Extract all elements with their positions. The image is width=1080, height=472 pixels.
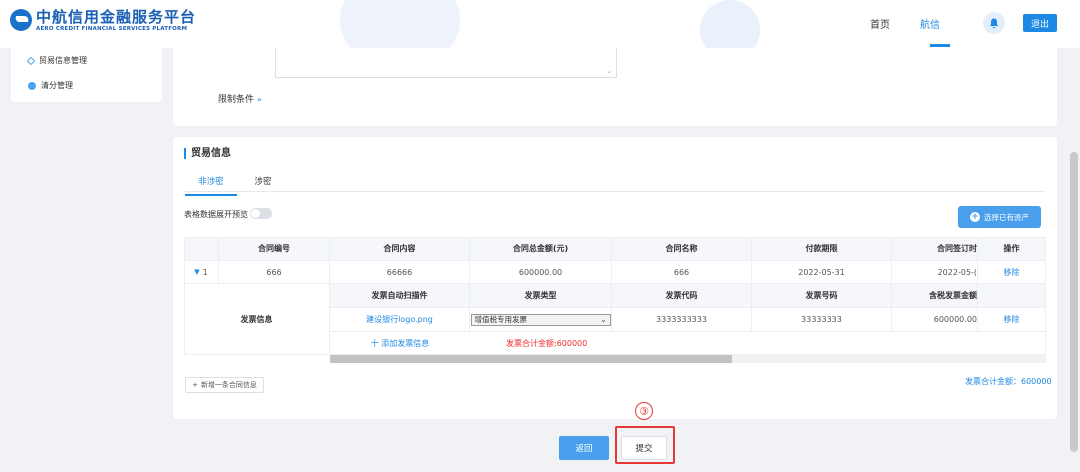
- table-scrollbar-thumb[interactable]: [330, 355, 732, 363]
- resize-chevron-icon: ⌄: [606, 67, 612, 75]
- table-cell: 66666: [330, 261, 470, 284]
- bell-icon[interactable]: [983, 12, 1005, 34]
- conditions-card: ⌄ 限制条件 »: [173, 48, 1057, 126]
- invoice-header-cell: 发票类型: [470, 284, 612, 308]
- remove-invoice-link[interactable]: 移除: [978, 308, 1046, 332]
- page-scrollbar-thumb[interactable]: [1070, 152, 1078, 452]
- row-index: 1: [202, 267, 208, 277]
- circle-icon: [28, 81, 36, 90]
- invoice-code-cell: 3333333333: [612, 308, 752, 332]
- sidebar-item-trade-info[interactable]: 贸易信息管理: [26, 55, 87, 66]
- add-contract-label: 新增一条合同信息: [200, 381, 257, 389]
- sidebar-item-label: 贸易信息管理: [39, 56, 87, 65]
- tab-non-classified[interactable]: 非涉密: [185, 175, 237, 196]
- table-header-cell: 合同内容: [330, 237, 470, 261]
- airplane-logo-icon: [10, 9, 32, 31]
- invoice-header-empty: [978, 284, 1046, 308]
- table-header-cell: 合同签订时: [892, 237, 978, 261]
- main-nav: 首页 航信: [870, 16, 940, 31]
- header-decoration: [340, 0, 460, 48]
- table-cell: 666: [219, 261, 330, 284]
- table-cell-empty: [978, 332, 1046, 355]
- table-header-cell: 付款期限: [752, 237, 892, 261]
- chevron-down-icon: ⌄: [600, 315, 607, 324]
- header-decoration: [700, 0, 760, 48]
- submit-button[interactable]: 提交: [621, 436, 667, 460]
- section-title: 贸易信息: [184, 148, 231, 159]
- description-textarea[interactable]: ⌄: [275, 48, 617, 78]
- invoice-header-cell: 发票代码: [612, 284, 752, 308]
- add-invoice-link[interactable]: 十 添加发票信息: [330, 332, 470, 355]
- sidebar-item-clearing[interactable]: 清分管理: [28, 80, 73, 91]
- invoice-total-amount: 发票合计金额：600000: [965, 377, 1052, 386]
- tab-divider: [185, 191, 1045, 192]
- table-header-cell: 操作: [978, 237, 1046, 261]
- invoice-info-label: 发票信息: [184, 284, 330, 355]
- trade-info-card: 贸易信息 非涉密 涉密 表格数据展开预览 + 选择已有资产 合同编号 合同内容 …: [173, 137, 1057, 419]
- platform-logo[interactable]: 中航信用金融服务平台 AERO CREDIT FINANCIAL SERVICE…: [10, 8, 196, 32]
- invoice-scan-file-link[interactable]: 建设银行logo.png: [330, 308, 470, 332]
- plus-icon: +: [192, 381, 198, 389]
- invoice-header-cell: 含税发票金额: [892, 284, 978, 308]
- add-contract-button[interactable]: + 新增一条合同信息: [185, 377, 264, 393]
- nav-hangxin[interactable]: 航信: [920, 16, 940, 31]
- layers-icon: [26, 56, 36, 65]
- top-header: 中航信用金融服务平台 AERO CREDIT FINANCIAL SERVICE…: [0, 0, 1080, 48]
- sidebar-item-label: 清分管理: [41, 81, 73, 90]
- table-header-cell: 合同编号: [219, 237, 330, 261]
- back-button[interactable]: 返回: [559, 436, 609, 460]
- logo-title-en: AERO CREDIT FINANCIAL SERVICES PLATFORM: [36, 26, 188, 32]
- invoice-header-cell: 发票自动扫描件: [330, 284, 470, 308]
- logout-button[interactable]: 退出: [1023, 14, 1057, 32]
- preview-toggle-label: 表格数据展开预览: [184, 210, 248, 219]
- invoice-number-cell: 33333333: [752, 308, 892, 332]
- sidebar: 贸易信息管理 清分管理: [11, 48, 162, 102]
- invoice-amount-cell: 600000.00: [892, 308, 978, 332]
- table-header-cell: 合同总金额(元): [470, 237, 612, 261]
- invoice-type-select[interactable]: 增值税专用发票 ⌄: [470, 313, 611, 326]
- nav-home[interactable]: 首页: [870, 16, 890, 31]
- table-cell: 2022-05-31: [752, 261, 892, 284]
- invoice-header-cell: 发票号码: [752, 284, 892, 308]
- secrecy-tabs: 非涉密 涉密: [185, 175, 289, 196]
- invoice-sum-text: 发票合计金额:600000: [470, 332, 978, 355]
- plus-circle-icon: +: [970, 212, 980, 222]
- table-cell: 666: [612, 261, 752, 284]
- table-cell: 2022-05-(: [892, 261, 978, 284]
- logo-title-cn: 中航信用金融服务平台: [36, 8, 197, 26]
- invoice-type-cell: 增值税专用发票 ⌄: [470, 308, 612, 332]
- preview-toggle-switch[interactable]: [250, 208, 272, 219]
- contract-table: 合同编号 合同内容 合同总金额(元) 合同名称 付款期限 合同签订时 操作 ▼ …: [184, 237, 1046, 367]
- triangle-down-icon: ▼: [194, 268, 200, 276]
- limit-conditions-toggle[interactable]: 限制条件 »: [218, 92, 262, 105]
- nav-active-indicator: [930, 44, 950, 47]
- row-expand-toggle[interactable]: ▼ 1: [184, 261, 219, 284]
- tab-classified[interactable]: 涉密: [237, 175, 289, 196]
- step-marker: ③: [635, 402, 653, 420]
- table-cell: 600000.00: [470, 261, 612, 284]
- select-asset-label: 选择已有资产: [984, 212, 1029, 222]
- table-header-expand: [184, 237, 219, 261]
- double-chevron-down-icon: »: [256, 95, 262, 104]
- table-header-cell: 合同名称: [612, 237, 752, 261]
- limit-conditions-label: 限制条件: [218, 95, 255, 105]
- remove-contract-link[interactable]: 移除: [978, 261, 1046, 284]
- select-existing-asset-button[interactable]: + 选择已有资产: [958, 206, 1041, 228]
- invoice-type-value: 增值税专用发票: [474, 315, 528, 324]
